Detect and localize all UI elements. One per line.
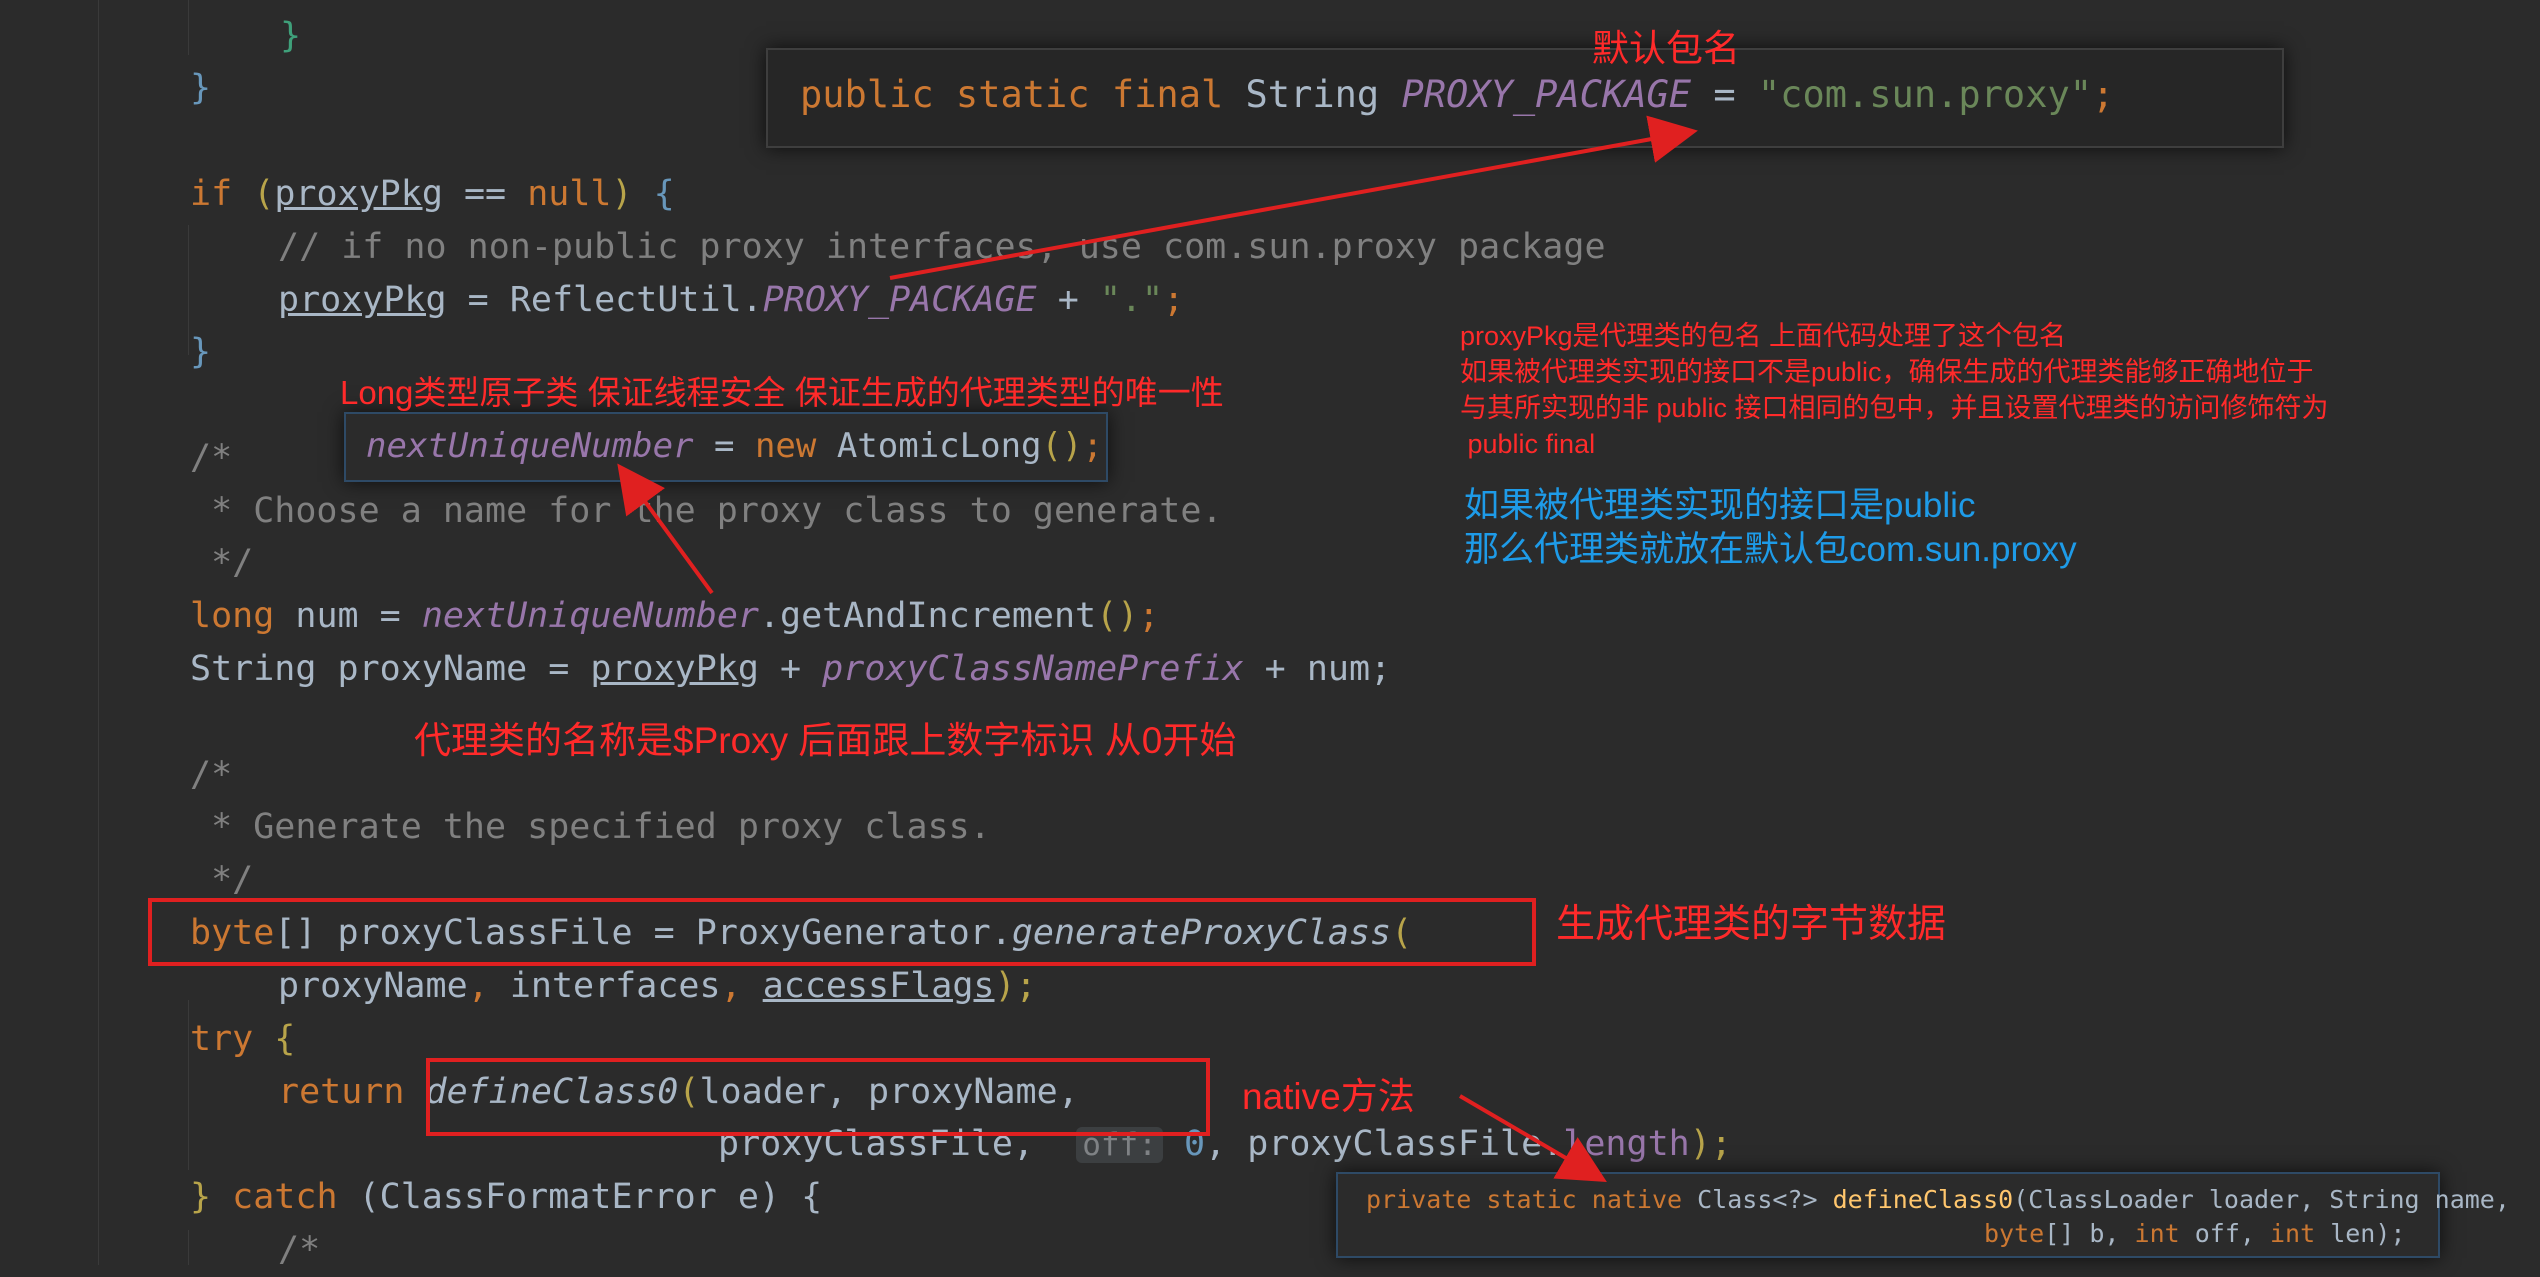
code-comment: /* (190, 438, 233, 478)
annotation-bytecode: 生成代理类的字节数据 (1556, 903, 1947, 946)
code-string-line: String proxyName = proxyPkg + proxyClass… (190, 649, 1392, 689)
highlight-box-generate (148, 898, 1536, 966)
code-comment: /* (278, 1230, 321, 1270)
indent-guide (98, 0, 99, 1265)
native-signature-line2: byte[] b, int off, int len); (1984, 1219, 2406, 1248)
annotation-native-method: native方法 (1242, 1076, 1415, 1117)
code-comment: // if no non-public proxy interfaces, us… (278, 227, 1606, 267)
atomic-declaration: nextUniqueNumber = new AtomicLong(); (366, 426, 1103, 466)
highlight-box-defineclass (426, 1058, 1210, 1136)
code-if-line: if (proxyPkg == null) { (190, 174, 675, 214)
atomic-long-popup: nextUniqueNumber = new AtomicLong(); (344, 412, 1108, 482)
annotation-proxy-name: 代理类的名称是$Proxy 后面跟上数字标识 从0开始 (414, 720, 1237, 761)
code-args-line: proxyName, interfaces, accessFlags); (278, 966, 1037, 1006)
annotation-atomic-long: Long类型原子类 保证线程安全 保证生成的代理类型的唯一性 (340, 374, 1224, 411)
indent-guide (188, 1000, 189, 1170)
code-comment: */ (190, 543, 254, 583)
indent-guide (188, 1230, 189, 1265)
code-try-line: try { (190, 1019, 296, 1059)
code-comment: /* (190, 755, 233, 795)
code-comment: * Choose a name for the proxy class to g… (190, 491, 1223, 531)
code-comment: * Generate the specified proxy class. (190, 807, 991, 847)
native-method-popup: private static native Class<?> defineCla… (1336, 1172, 2510, 1258)
package-declaration: public static final String PROXY_PACKAGE… (800, 73, 2115, 116)
indent-guide (188, 0, 189, 55)
code-catch-line: } catch (ClassFormatError e) { (190, 1177, 823, 1217)
indent-guide (188, 225, 189, 355)
annotation-default-package: 默认包名 (1592, 28, 1740, 69)
code-long-line: long num = nextUniqueNumber.getAndIncrem… (190, 596, 1160, 636)
annotation-proxy-package: proxyPkg是代理类的包名 上面代码处理了这个包名 如果被代理类实现的接口不… (1460, 321, 2329, 459)
code-close-brace: } (280, 16, 302, 56)
annotation-public-interface: 如果被代理类实现的接口是public 那么代理类就放在默认包com.sun.pr… (1464, 486, 2077, 569)
native-signature-line1: private static native Class<?> defineCla… (1366, 1185, 2510, 1214)
quick-definition-popup: public static final String PROXY_PACKAGE… (766, 48, 2284, 148)
code-assign-line: proxyPkg = ReflectUtil.PROXY_PACKAGE + "… (278, 280, 1185, 320)
code-close-brace: } (190, 332, 212, 372)
code-close-brace: } (190, 68, 212, 108)
